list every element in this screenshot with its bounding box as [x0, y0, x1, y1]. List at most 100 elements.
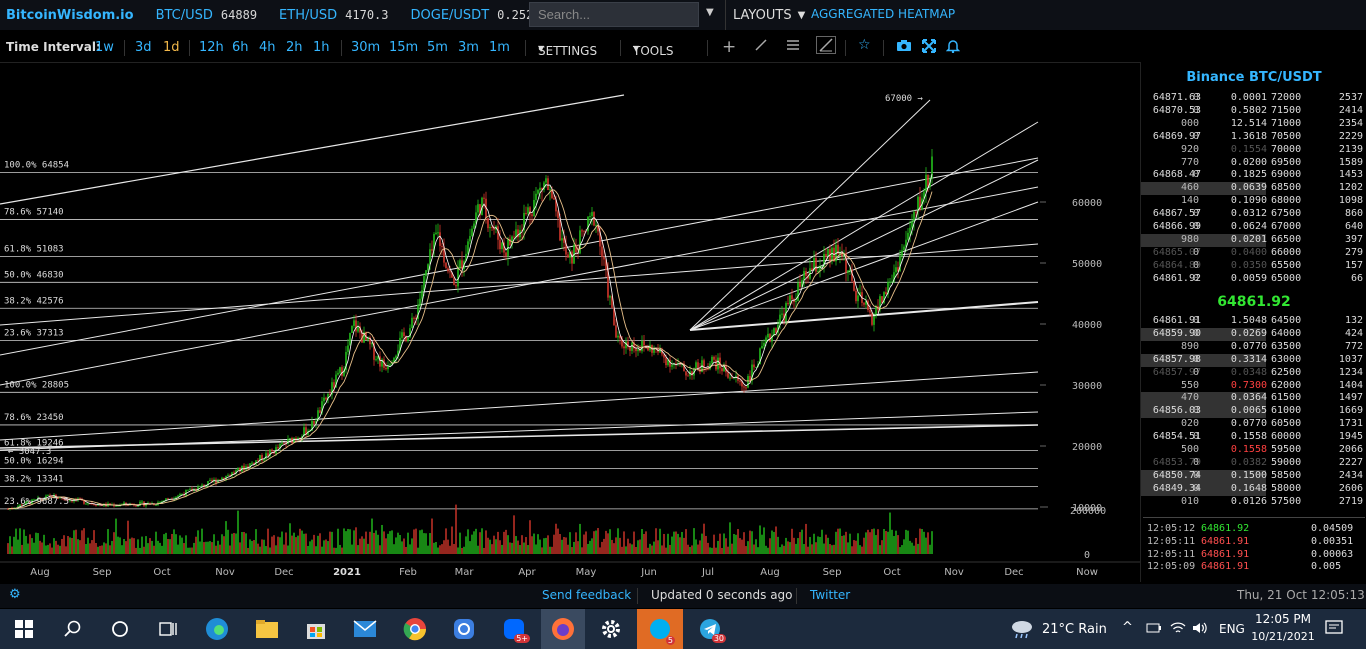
volume-bar	[679, 537, 681, 554]
gear-icon[interactable]: ⚙	[9, 587, 21, 602]
divider	[189, 40, 190, 56]
volume-bar	[313, 534, 315, 554]
volume-bar	[513, 515, 515, 554]
interval-6h[interactable]: 6h	[232, 40, 249, 55]
search-input[interactable]	[529, 2, 699, 27]
volume-bar	[293, 532, 295, 554]
volume-icon[interactable]	[1192, 621, 1208, 638]
interval-15m[interactable]: 15m	[389, 40, 418, 55]
edge-browser-icon[interactable]	[203, 615, 231, 643]
volume-bar	[157, 540, 159, 554]
candle-body	[717, 357, 719, 370]
x-tick-label: Now	[1076, 567, 1098, 578]
chrome-icon[interactable]	[401, 615, 429, 643]
volume-bar	[39, 540, 41, 554]
candle-body	[805, 271, 807, 276]
interval-12h[interactable]: 12h	[199, 40, 224, 55]
candle-body	[487, 218, 489, 229]
interval-1d[interactable]: 1d	[163, 40, 180, 55]
volume-bar	[687, 544, 689, 554]
candle-body	[167, 498, 169, 500]
brand-logo[interactable]: BitcoinWisdom.io	[6, 8, 134, 23]
volume-bar	[649, 543, 651, 554]
level-cell: 60500	[1271, 418, 1302, 430]
volume-bar	[141, 536, 143, 554]
ticker-btc[interactable]: BTC/USD 64889	[156, 8, 257, 23]
bell-icon[interactable]	[945, 39, 961, 57]
interval-4h[interactable]: 4h	[259, 40, 276, 55]
chevron-down-icon[interactable]: ▼	[706, 7, 714, 18]
chevron-up-icon[interactable]: ^	[1122, 620, 1133, 635]
price-suffix-cell: 0	[1192, 130, 1199, 142]
file-explorer-icon[interactable]	[253, 615, 281, 643]
line-icon[interactable]	[754, 38, 768, 56]
crosshair-icon[interactable]: +	[722, 37, 736, 57]
menu-icon[interactable]	[786, 38, 800, 56]
ticker-doge[interactable]: DOGE/USDT 0.2522	[411, 8, 541, 23]
weather-text[interactable]: 21°C Rain	[1042, 622, 1107, 637]
volume-bar	[259, 546, 261, 554]
ticker-eth[interactable]: ETH/USD 4170.3	[279, 8, 388, 23]
interval-3d[interactable]: 3d	[135, 40, 152, 55]
interval-5m[interactable]: 5m	[427, 40, 448, 55]
bid-row: 64849.34 0 0.1648 58000 2606	[1141, 482, 1363, 496]
amount-cell: 0.1558	[1230, 431, 1267, 443]
battery-icon[interactable]	[1146, 621, 1162, 638]
volume-bar	[151, 540, 153, 554]
interval-1m[interactable]: 1m	[489, 40, 510, 55]
interval-1w[interactable]: 1w	[95, 40, 114, 55]
volume-bar	[405, 546, 407, 554]
amount-cell: 0.0201	[1230, 233, 1267, 245]
volume-bar	[657, 540, 659, 554]
notifications-icon[interactable]	[1325, 620, 1343, 639]
app-icon[interactable]	[450, 615, 478, 643]
level-cell: 72000	[1271, 92, 1302, 103]
interval-2h[interactable]: 2h	[286, 40, 303, 55]
candle-body	[413, 317, 415, 319]
draw-icon[interactable]	[816, 36, 836, 54]
clock-time[interactable]: 12:05 PM	[1255, 612, 1311, 626]
trade-price: 64861.92	[1201, 523, 1250, 534]
total-cell: 1037	[1338, 353, 1363, 365]
volume-bar	[697, 544, 699, 554]
telegram-icon[interactable]: 30	[696, 615, 726, 643]
volume-bar	[655, 528, 657, 554]
aggregated-heatmap-link[interactable]: AGGREGATED HEATMAP	[811, 7, 955, 21]
interval-30m[interactable]: 30m	[351, 40, 380, 55]
candle-body	[357, 326, 359, 332]
clock-date[interactable]: 10/21/2021	[1250, 630, 1316, 643]
volume-bar	[63, 535, 65, 554]
volume-bar	[125, 541, 127, 554]
candle-body	[579, 230, 581, 254]
task-view-icon[interactable]	[154, 615, 182, 643]
settings-gear-icon[interactable]	[597, 615, 625, 643]
mail-icon[interactable]	[351, 615, 379, 643]
send-feedback-link[interactable]: Send feedback	[542, 588, 631, 602]
total-cell: 2354	[1338, 117, 1363, 129]
skype-icon[interactable]: 5	[637, 609, 683, 649]
language-indicator[interactable]: ENG	[1219, 622, 1245, 636]
volume-bar	[199, 541, 201, 554]
search-icon[interactable]	[58, 615, 86, 643]
store-icon[interactable]	[302, 615, 330, 643]
candle-body	[907, 232, 909, 240]
layouts-menu[interactable]: LAYOUTS ▼	[725, 0, 805, 30]
interval-1h[interactable]: 1h	[313, 40, 330, 55]
camera-icon[interactable]	[896, 39, 912, 56]
interval-3m[interactable]: 3m	[458, 40, 479, 55]
wifi-icon[interactable]	[1170, 621, 1186, 638]
cortana-icon[interactable]	[106, 615, 134, 643]
twitter-link[interactable]: Twitter	[810, 588, 850, 602]
expand-icon[interactable]	[922, 39, 936, 57]
zalo-icon[interactable]: 5+	[500, 615, 530, 643]
star-icon[interactable]: ☆	[858, 37, 871, 53]
firefox-icon[interactable]	[541, 609, 585, 649]
price-chart[interactable]: 6000050000400003000020000100002000000Aug…	[0, 62, 1140, 582]
trade-row: 12:05:09 64861.91 0.005	[1141, 561, 1366, 574]
bid-row: 64856.03 0 0.0065 61000 1669	[1141, 405, 1363, 419]
volume-bar	[595, 530, 597, 554]
volume-bar	[863, 537, 865, 554]
windows-start-icon[interactable]	[10, 615, 38, 643]
volume-bar	[587, 543, 589, 554]
trendline	[689, 99, 931, 331]
